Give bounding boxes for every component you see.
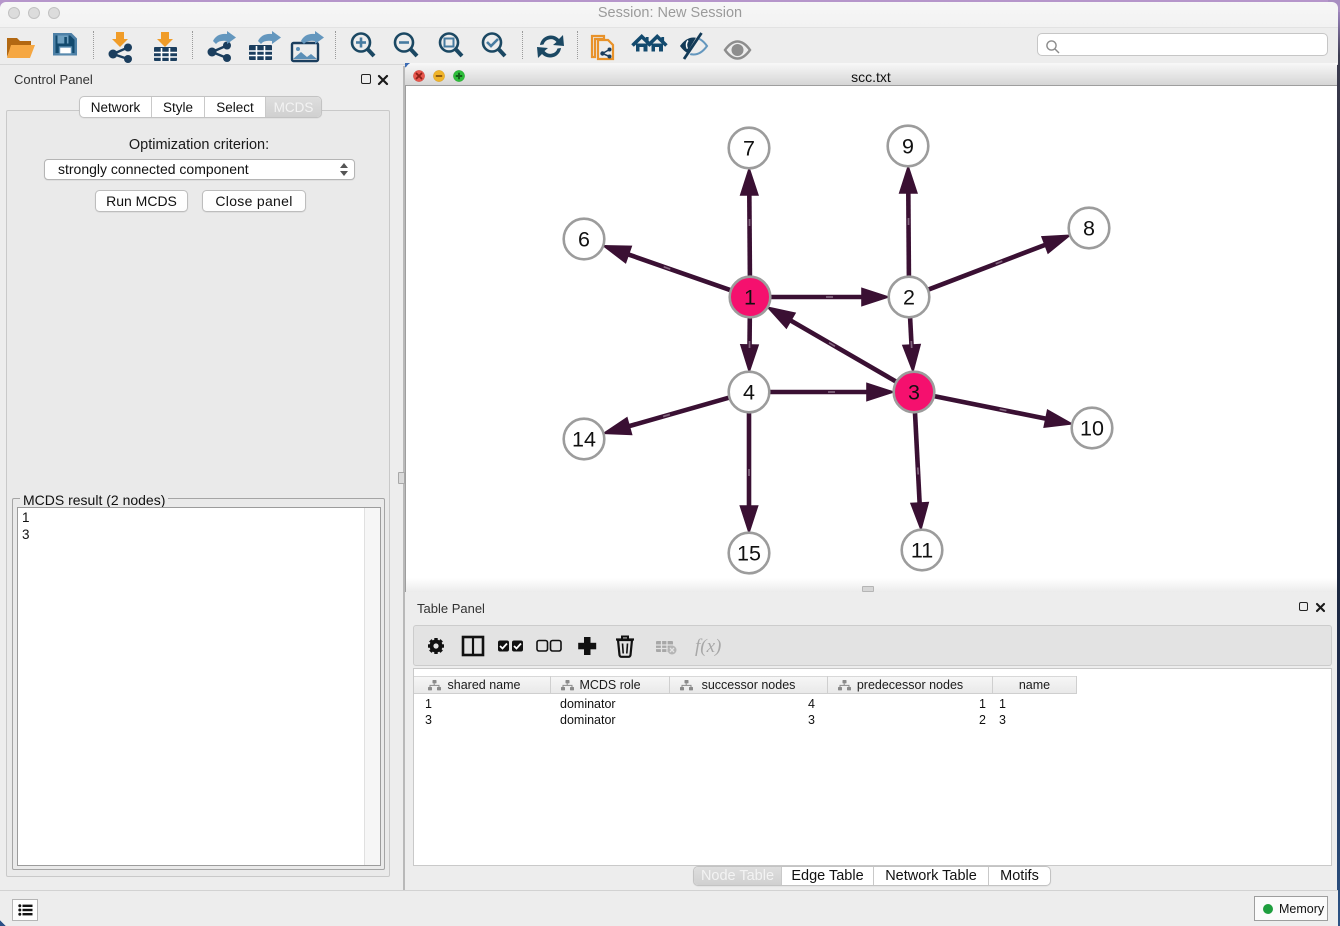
svg-text:10: 10 bbox=[1080, 417, 1104, 441]
svg-text:11: 11 bbox=[911, 539, 933, 563]
svg-text:15: 15 bbox=[737, 542, 761, 566]
svg-text:8: 8 bbox=[1083, 217, 1095, 241]
svg-text:2: 2 bbox=[903, 286, 915, 310]
svg-text:14: 14 bbox=[572, 428, 596, 452]
svg-text:4: 4 bbox=[743, 381, 755, 405]
svg-text:3: 3 bbox=[908, 381, 920, 405]
svg-text:f(x): f(x) bbox=[695, 636, 721, 657]
svg-text:1: 1 bbox=[744, 286, 756, 310]
svg-text:7: 7 bbox=[743, 137, 755, 161]
svg-text:9: 9 bbox=[902, 135, 914, 159]
svg-text:6: 6 bbox=[578, 228, 590, 252]
